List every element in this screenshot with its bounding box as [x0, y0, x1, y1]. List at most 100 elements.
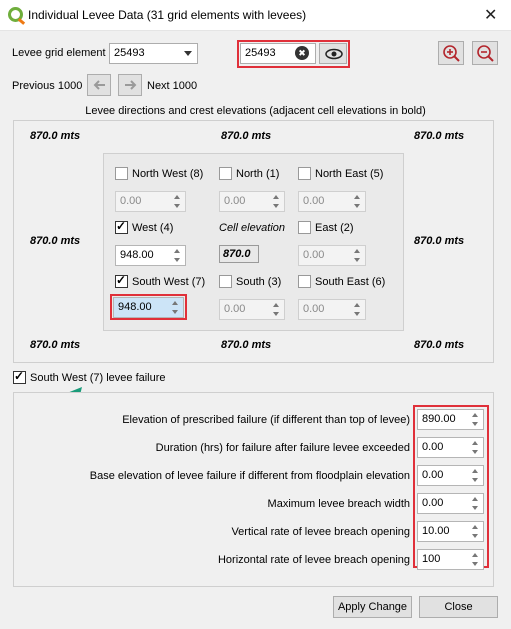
search-input-value: 25493	[245, 47, 276, 59]
value-south-east: 0.00	[303, 303, 325, 315]
checkbox-south-west[interactable]: ✓	[115, 273, 128, 288]
check-icon: ✓	[116, 273, 127, 287]
spinner-icon[interactable]	[271, 194, 282, 209]
checkbox-north[interactable]	[219, 167, 232, 180]
spinner-icon[interactable]	[352, 302, 363, 317]
input-prescribed-failure-elevation[interactable]: 890.00	[417, 409, 484, 430]
value-west: 948.00	[120, 249, 154, 261]
search-input[interactable]: 25493 ✖	[240, 43, 316, 64]
spinner-icon[interactable]	[271, 302, 282, 317]
spinner-icon[interactable]	[470, 524, 481, 539]
checkbox-south[interactable]	[219, 275, 232, 288]
label-east: East (2)	[315, 222, 354, 234]
close-button[interactable]: Close	[419, 596, 498, 618]
elevation-bottom-center: 870.0 mts	[221, 339, 272, 351]
input-base-elevation[interactable]: 0.00	[417, 465, 484, 486]
failure-value: 0.00	[422, 497, 444, 509]
spinner-icon[interactable]	[172, 248, 183, 263]
chevron-down-icon	[184, 51, 192, 56]
input-north-east[interactable]: 0.00	[298, 191, 366, 212]
window-title: Individual Levee Data (31 grid elements …	[28, 8, 307, 22]
label-north: North (1)	[236, 168, 280, 180]
next-button[interactable]	[118, 74, 142, 96]
label-north-west: North West (8)	[132, 168, 204, 180]
label-south: South (3)	[236, 276, 282, 288]
arrow-left-icon	[93, 80, 105, 90]
check-icon: ✓	[116, 219, 127, 233]
spinner-icon[interactable]	[470, 496, 481, 511]
zoom-out-icon	[477, 45, 494, 62]
spinner-icon[interactable]	[470, 440, 481, 455]
spinner-icon[interactable]	[470, 412, 481, 427]
spinner-icon[interactable]	[352, 194, 363, 209]
failure-row-label: Elevation of prescribed failure (if diff…	[122, 414, 410, 426]
input-max-breach-width[interactable]: 0.00	[417, 493, 484, 514]
apply-change-button[interactable]: Apply Change	[333, 596, 412, 618]
zoom-in-icon	[443, 45, 460, 62]
failure-value: 100	[422, 553, 441, 565]
arrow-right-icon	[125, 80, 137, 90]
failure-row-label: Duration (hrs) for failure after failure…	[155, 442, 410, 454]
input-south-west[interactable]: 948.00	[113, 297, 184, 318]
spinner-icon[interactable]	[172, 194, 183, 209]
elevation-top-left: 870.0 mts	[30, 130, 81, 142]
eye-button[interactable]	[319, 43, 347, 64]
cell-elevation-label: Cell elevation	[219, 222, 286, 234]
checkbox-north-east[interactable]	[298, 167, 311, 180]
value-north-east: 0.00	[303, 195, 325, 207]
elevation-mid-right: 870.0 mts	[414, 235, 465, 247]
failure-value: 890.00	[422, 413, 456, 425]
label-south-east: South East (6)	[315, 276, 386, 288]
clear-icon[interactable]: ✖	[295, 46, 309, 60]
zoom-out-button[interactable]	[472, 41, 498, 65]
value-south: 0.00	[224, 303, 246, 315]
spinner-icon[interactable]	[470, 552, 481, 567]
cell-elevation-value: 870.0	[219, 245, 259, 263]
grid-element-value: 25493	[114, 47, 145, 59]
next-label: Next 1000	[147, 80, 198, 92]
failure-row-label: Base elevation of levee failure if diffe…	[89, 470, 410, 482]
input-north-west[interactable]: 0.00	[115, 191, 186, 212]
checkbox-south-east[interactable]	[298, 275, 311, 288]
failure-row-label: Maximum levee breach width	[267, 498, 410, 510]
checkbox-levee-failure[interactable]: ✓	[13, 369, 26, 384]
elevation-mid-left: 870.0 mts	[30, 235, 81, 247]
levee-failure-label: South West (7) levee failure	[30, 372, 166, 384]
input-vertical-rate[interactable]: 10.00	[417, 521, 484, 542]
elevation-top-center: 870.0 mts	[221, 130, 272, 142]
checkbox-west[interactable]: ✓	[115, 219, 128, 234]
elevation-bottom-left: 870.0 mts	[30, 339, 81, 351]
input-south[interactable]: 0.00	[219, 299, 285, 320]
previous-label: Previous 1000	[12, 80, 83, 92]
failure-row-label: Horizontal rate of levee breach opening	[217, 554, 410, 566]
check-icon: ✓	[14, 369, 25, 383]
grid-element-combo[interactable]: 25493	[109, 43, 198, 64]
checkbox-east[interactable]	[298, 221, 311, 234]
previous-button[interactable]	[87, 74, 111, 96]
grid-element-label: Levee grid element	[12, 47, 106, 59]
checkbox-north-west[interactable]	[115, 167, 128, 180]
value-east: 0.00	[303, 249, 325, 261]
section-title: Levee directions and crest elevations (a…	[85, 105, 426, 117]
spinner-icon[interactable]	[352, 248, 363, 263]
label-west: West (4)	[132, 222, 174, 234]
failure-value: 0.00	[422, 469, 444, 481]
eye-icon	[325, 48, 343, 60]
label-north-east: North East (5)	[315, 168, 384, 180]
close-window-button[interactable]: ✕	[484, 5, 497, 25]
zoom-in-button[interactable]	[438, 41, 464, 65]
input-west[interactable]: 948.00	[115, 245, 186, 266]
failure-value: 10.00	[422, 525, 450, 537]
input-south-east[interactable]: 0.00	[298, 299, 366, 320]
input-north[interactable]: 0.00	[219, 191, 285, 212]
input-horizontal-rate[interactable]: 100	[417, 549, 484, 570]
value-north: 0.00	[224, 195, 246, 207]
spinner-icon[interactable]	[170, 300, 181, 315]
input-failure-duration[interactable]: 0.00	[417, 437, 484, 458]
qgis-logo-icon	[8, 7, 23, 22]
spinner-icon[interactable]	[470, 468, 481, 483]
label-south-west: South West (7)	[132, 276, 206, 288]
value-south-west: 948.00	[118, 301, 152, 313]
input-east[interactable]: 0.00	[298, 245, 366, 266]
failure-value: 0.00	[422, 441, 444, 453]
